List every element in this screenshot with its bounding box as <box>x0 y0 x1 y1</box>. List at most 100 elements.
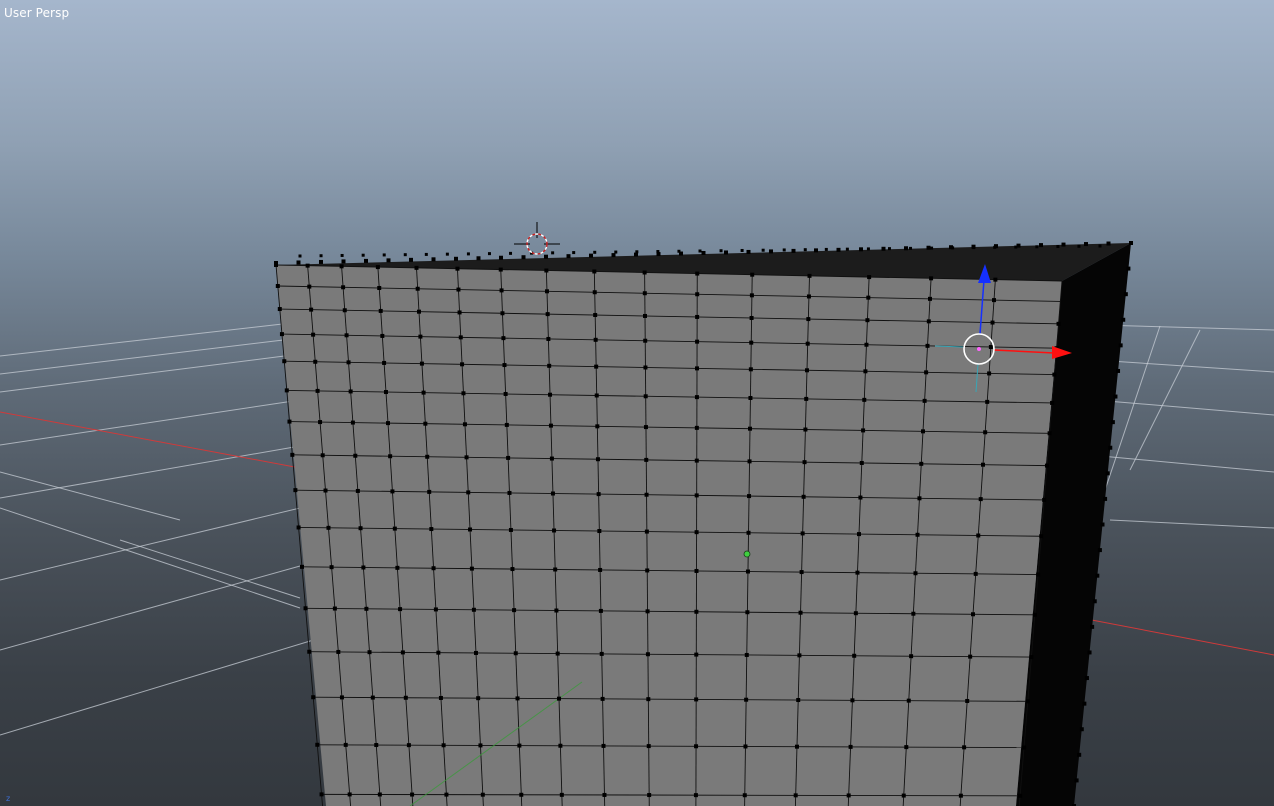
mesh-vertex[interactable] <box>471 607 476 612</box>
mesh-vertex[interactable] <box>804 368 809 373</box>
mesh-vertex[interactable] <box>749 293 754 298</box>
mesh-vertex[interactable] <box>973 571 978 576</box>
mesh-vertex[interactable] <box>695 366 700 371</box>
mesh-vertex[interactable] <box>282 359 287 364</box>
mesh-vertex[interactable] <box>750 272 755 277</box>
mesh-vertex[interactable] <box>926 319 931 324</box>
mesh-vertex[interactable] <box>277 307 282 312</box>
mesh-vertex[interactable] <box>557 696 562 701</box>
mesh-vertex[interactable] <box>983 430 988 435</box>
mesh-vertex[interactable] <box>466 490 471 495</box>
mesh-vertex[interactable] <box>596 492 601 497</box>
mesh-vertex[interactable] <box>601 743 606 748</box>
mesh-vertex[interactable] <box>339 264 344 269</box>
mesh-vertex[interactable] <box>911 611 916 616</box>
mesh-vertex[interactable] <box>1052 372 1057 377</box>
mesh-vertex[interactable] <box>806 317 811 322</box>
mesh-vertex[interactable] <box>745 569 750 574</box>
mesh-vertex[interactable] <box>547 363 552 368</box>
mesh-vertex[interactable] <box>1036 572 1041 577</box>
mesh-vertex[interactable] <box>598 567 603 572</box>
mesh-vertex[interactable] <box>552 528 557 533</box>
mesh-vertex[interactable] <box>320 453 325 458</box>
mesh-vertex[interactable] <box>385 421 390 426</box>
mesh-vertex[interactable] <box>865 318 870 323</box>
mesh-vertex[interactable] <box>1044 463 1049 468</box>
mesh-vertex[interactable] <box>419 361 424 366</box>
mesh-vertex[interactable] <box>347 792 352 797</box>
mesh-vertex[interactable] <box>346 360 351 365</box>
mesh-vertex[interactable] <box>909 654 914 659</box>
mesh-vertex[interactable] <box>336 649 341 654</box>
mesh-vertex[interactable] <box>694 458 699 463</box>
mesh-vertex[interactable] <box>694 395 699 400</box>
mesh-vertex[interactable] <box>383 390 388 395</box>
mesh-vertex[interactable] <box>348 389 353 394</box>
mesh-vertex[interactable] <box>410 792 415 797</box>
mesh-vertex[interactable] <box>315 742 320 747</box>
mesh-vertex[interactable] <box>745 610 750 615</box>
mesh-vertex[interactable] <box>848 744 853 749</box>
3d-viewport[interactable]: User Persp z <box>0 0 1274 806</box>
mesh-vertex[interactable] <box>958 793 963 798</box>
mesh-vertex[interactable] <box>506 455 511 460</box>
mesh-vertex[interactable] <box>305 263 310 268</box>
mesh-vertex[interactable] <box>797 653 802 658</box>
mesh-vertex[interactable] <box>307 649 312 654</box>
mesh-vertex[interactable] <box>503 391 508 396</box>
mesh-vertex[interactable] <box>846 793 851 798</box>
mesh-vertex[interactable] <box>548 392 553 397</box>
mesh-vertex[interactable] <box>598 608 603 613</box>
mesh-vertex[interactable] <box>929 276 934 281</box>
mesh-vertex[interactable] <box>370 695 375 700</box>
mesh-vertex[interactable] <box>502 363 507 368</box>
mesh-vertex[interactable] <box>694 744 699 749</box>
viewport-scene[interactable] <box>0 0 1274 806</box>
mesh-vertex[interactable] <box>864 342 869 347</box>
mesh-vertex[interactable] <box>807 273 812 278</box>
mesh-vertex[interactable] <box>546 336 551 341</box>
mesh-vertex[interactable] <box>498 267 503 272</box>
mesh-vertex[interactable] <box>504 422 509 427</box>
mesh-vertex[interactable] <box>341 285 346 290</box>
mesh-vertex[interactable] <box>852 653 857 658</box>
mesh-vertex[interactable] <box>377 285 382 290</box>
mesh-vertex[interactable] <box>375 265 380 270</box>
mesh-vertex[interactable] <box>803 427 808 432</box>
mesh-vertex[interactable] <box>512 608 517 613</box>
mesh-vertex[interactable] <box>315 388 320 393</box>
mesh-vertex[interactable] <box>646 697 651 702</box>
mesh-vertex[interactable] <box>1050 400 1055 405</box>
mesh-vertex[interactable] <box>694 493 699 498</box>
mesh-vertex[interactable] <box>500 311 505 316</box>
mesh-vertex[interactable] <box>595 424 600 429</box>
mesh-vertex[interactable] <box>464 455 469 460</box>
mesh-vertex[interactable] <box>643 425 648 430</box>
mesh-vertex[interactable] <box>645 609 650 614</box>
mesh-vertex[interactable] <box>694 697 699 702</box>
mesh-vertex[interactable] <box>418 334 423 339</box>
mesh-vertex[interactable] <box>600 696 605 701</box>
mesh-vertex[interactable] <box>646 744 651 749</box>
mesh-vertex[interactable] <box>544 268 549 273</box>
mesh-vertex[interactable] <box>398 607 403 612</box>
mesh-vertex[interactable] <box>796 698 801 703</box>
mesh-vertex[interactable] <box>748 426 753 431</box>
mesh-vertex[interactable] <box>1029 655 1034 660</box>
mesh-vertex[interactable] <box>427 489 432 494</box>
mesh-vertex[interactable] <box>438 695 443 700</box>
mesh-vertex[interactable] <box>423 421 428 426</box>
mesh-vertex[interactable] <box>555 651 560 656</box>
mesh-vertex[interactable] <box>597 529 602 534</box>
mesh-vertex[interactable] <box>390 489 395 494</box>
mesh-vertex[interactable] <box>850 698 855 703</box>
mesh-vertex[interactable] <box>433 607 438 612</box>
mesh-vertex[interactable] <box>643 338 648 343</box>
mesh-vertex[interactable] <box>421 390 426 395</box>
mesh-vertex[interactable] <box>925 343 930 348</box>
mesh-vertex[interactable] <box>647 793 652 798</box>
mesh-vertex[interactable] <box>431 566 436 571</box>
mesh-vertex[interactable] <box>744 652 749 657</box>
mesh-vertex[interactable] <box>462 422 467 427</box>
mesh-vertex[interactable] <box>805 341 810 346</box>
